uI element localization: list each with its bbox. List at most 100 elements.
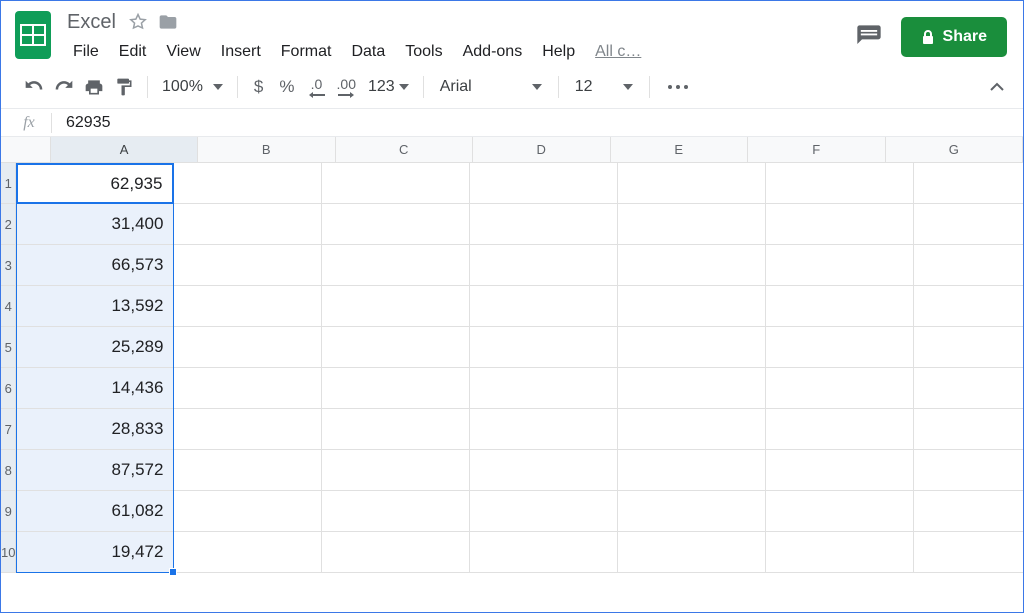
column-header-b[interactable]: B (198, 137, 336, 162)
cell[interactable] (174, 409, 322, 450)
last-edit-link[interactable]: All c… (587, 39, 649, 65)
cell[interactable] (914, 491, 1023, 532)
row-header[interactable]: 5 (1, 327, 16, 368)
format-currency-button[interactable]: $ (246, 77, 271, 97)
paint-format-button[interactable] (109, 72, 139, 102)
cell[interactable] (470, 368, 618, 409)
cell[interactable] (766, 491, 914, 532)
cell[interactable] (322, 450, 470, 491)
cell[interactable] (174, 532, 322, 573)
cell[interactable] (322, 163, 470, 204)
cell[interactable] (322, 245, 470, 286)
cell[interactable] (174, 163, 322, 204)
undo-button[interactable] (19, 72, 49, 102)
cell[interactable] (174, 204, 322, 245)
cell[interactable] (914, 204, 1023, 245)
cell[interactable] (322, 491, 470, 532)
format-percent-button[interactable]: % (271, 77, 302, 97)
column-header-a[interactable]: A (51, 137, 198, 162)
cell[interactable] (766, 286, 914, 327)
cell[interactable] (766, 327, 914, 368)
column-header-e[interactable]: E (611, 137, 749, 162)
cell[interactable] (914, 368, 1023, 409)
decrease-decimal-button[interactable]: .0 (303, 72, 331, 102)
cell[interactable] (618, 450, 766, 491)
cell[interactable] (174, 491, 322, 532)
redo-button[interactable] (49, 72, 79, 102)
cell[interactable]: 13,592 (16, 286, 174, 327)
cell[interactable]: 19,472 (16, 532, 174, 573)
cell[interactable] (470, 204, 618, 245)
cell[interactable] (322, 286, 470, 327)
star-icon[interactable] (128, 12, 148, 32)
menu-view[interactable]: View (158, 39, 208, 65)
cell[interactable] (618, 163, 766, 204)
cell[interactable] (766, 450, 914, 491)
more-toolbar-button[interactable] (658, 85, 698, 89)
cell[interactable] (618, 245, 766, 286)
formula-input[interactable] (62, 114, 1017, 132)
cell[interactable] (470, 163, 618, 204)
cell[interactable] (914, 532, 1023, 573)
cell[interactable]: 28,833 (16, 409, 174, 450)
cell[interactable] (174, 327, 322, 368)
cell[interactable]: 87,572 (16, 450, 174, 491)
cell[interactable] (914, 409, 1023, 450)
row-header[interactable]: 10 (1, 532, 16, 573)
cell[interactable]: 66,573 (16, 245, 174, 286)
menu-help[interactable]: Help (534, 39, 583, 65)
row-header[interactable]: 3 (1, 245, 16, 286)
cell[interactable] (322, 409, 470, 450)
cell[interactable] (174, 245, 322, 286)
cell[interactable] (470, 286, 618, 327)
cell[interactable] (470, 532, 618, 573)
cell[interactable] (174, 368, 322, 409)
share-button[interactable]: Share (901, 17, 1007, 57)
cell[interactable] (470, 409, 618, 450)
cell[interactable]: 14,436 (16, 368, 174, 409)
column-header-d[interactable]: D (473, 137, 611, 162)
cell[interactable] (470, 450, 618, 491)
cell[interactable] (914, 245, 1023, 286)
menu-insert[interactable]: Insert (213, 39, 269, 65)
cell[interactable] (766, 409, 914, 450)
cell[interactable] (766, 163, 914, 204)
cell[interactable] (766, 532, 914, 573)
document-title[interactable]: Excel (65, 11, 118, 34)
cell[interactable] (618, 491, 766, 532)
select-all-corner[interactable] (1, 137, 51, 162)
row-header[interactable]: 4 (1, 286, 16, 327)
row-header[interactable]: 1 (1, 163, 16, 204)
column-header-f[interactable]: F (748, 137, 886, 162)
cell[interactable] (766, 204, 914, 245)
menu-file[interactable]: File (65, 39, 107, 65)
cell[interactable] (470, 491, 618, 532)
zoom-select[interactable]: 100% (156, 78, 229, 96)
font-select[interactable]: Arial (432, 78, 550, 96)
row-header[interactable]: 9 (1, 491, 16, 532)
cell[interactable] (322, 532, 470, 573)
cell[interactable] (174, 286, 322, 327)
cell[interactable]: 25,289 (16, 327, 174, 368)
comments-icon[interactable] (855, 23, 883, 51)
menu-format[interactable]: Format (273, 39, 340, 65)
row-header[interactable]: 7 (1, 409, 16, 450)
column-header-g[interactable]: G (886, 137, 1024, 162)
column-header-c[interactable]: C (336, 137, 474, 162)
menu-edit[interactable]: Edit (111, 39, 155, 65)
cell[interactable]: 61,082 (16, 491, 174, 532)
cell[interactable]: 31,400 (16, 204, 174, 245)
cell[interactable] (618, 286, 766, 327)
increase-decimal-button[interactable]: .00 (331, 72, 362, 102)
cell[interactable] (470, 245, 618, 286)
cell[interactable] (766, 245, 914, 286)
font-size-select[interactable]: 12 (567, 78, 641, 96)
cell[interactable]: 62,935 (16, 163, 174, 204)
cell[interactable] (914, 286, 1023, 327)
cell[interactable] (618, 204, 766, 245)
cell[interactable] (322, 368, 470, 409)
cell[interactable] (470, 327, 618, 368)
cell[interactable] (618, 532, 766, 573)
menu-addons[interactable]: Add-ons (455, 39, 531, 65)
cell[interactable] (618, 409, 766, 450)
